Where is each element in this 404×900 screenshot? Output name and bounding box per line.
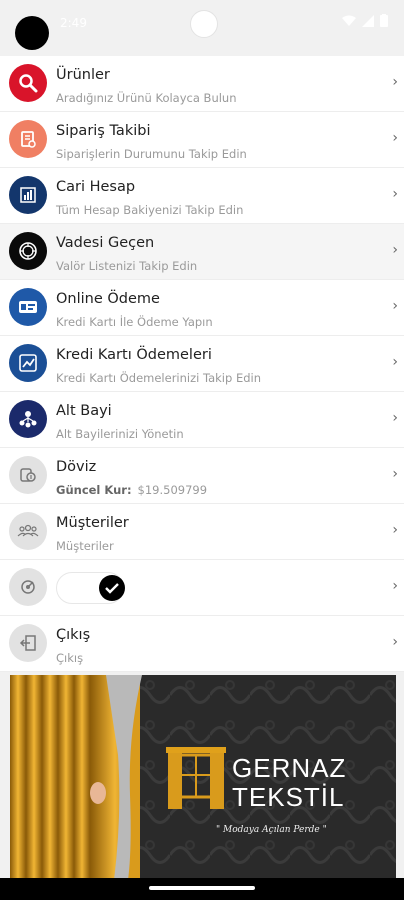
bar-chart-icon: [9, 176, 47, 214]
chevron-right-icon: ›: [392, 634, 398, 650]
brand-line-2: TEKSTİL: [232, 782, 345, 812]
menu-item-title: Kredi Kartı Ödemeleri: [56, 347, 212, 363]
menu-item-subtitle: Kredi Kartı Ödemelerinizi Takip Edin: [56, 371, 262, 385]
dealer-network-icon: [9, 400, 47, 438]
menu-item-settings[interactable]: ›: [0, 560, 404, 616]
avatar[interactable]: [15, 16, 49, 50]
chevron-right-icon: ›: [392, 74, 398, 90]
brand-line-1: GERNAZ: [232, 753, 347, 783]
menu-item-title: Online Ödeme: [56, 291, 160, 307]
menu-item-subtitle: Alt Bayilerinizi Yönetin: [56, 427, 184, 441]
menu-item-kredi-karti-odemeleri[interactable]: Kredi Kartı Ödemeleri Kredi Kartı Ödemel…: [0, 336, 404, 392]
camera-cutout: [190, 10, 218, 38]
menu-item-subtitle: Siparişlerin Durumunu Takip Edin: [56, 147, 247, 161]
menu-item-cikis[interactable]: Çıkış Çıkış ›: [0, 616, 404, 672]
menu-item-title: Ürünler: [56, 67, 110, 83]
signal-icon: [362, 14, 374, 27]
exchange-rate: Güncel Kur: $19.509799: [56, 483, 207, 497]
menu-item-title: Sipariş Takibi: [56, 123, 151, 139]
logout-icon: [9, 624, 47, 662]
chevron-right-icon: ›: [392, 130, 398, 146]
customers-icon: [9, 512, 47, 550]
menu-item-doviz[interactable]: Döviz Güncel Kur: $19.509799 ›: [0, 448, 404, 504]
checkmark-icon: [99, 575, 125, 601]
battery-icon: [380, 14, 388, 27]
main-menu: Ürünler Aradığınız Ürünü Kolayca Bulun ›…: [0, 56, 404, 672]
status-bar: 2:49: [0, 0, 404, 50]
menu-item-title: Cari Hesap: [56, 179, 136, 195]
home-indicator[interactable]: [149, 886, 255, 890]
menu-item-title: Vadesi Geçen: [56, 235, 155, 251]
system-icons: [342, 14, 388, 27]
settings-icon: [9, 568, 47, 606]
menu-item-subtitle: Kredi Kartı İle Ödeme Yapın: [56, 315, 213, 329]
menu-item-subtitle: Aradığınız Ürünü Kolayca Bulun: [56, 91, 237, 105]
menu-item-title: Alt Bayi: [56, 403, 112, 419]
menu-item-title: Müşteriler: [56, 515, 129, 531]
chevron-right-icon: ›: [392, 186, 398, 202]
toggle-switch[interactable]: [56, 572, 125, 604]
chevron-right-icon: ›: [392, 298, 398, 314]
currency-icon: [9, 456, 47, 494]
exchange-rate-value: $19.509799: [137, 483, 208, 497]
navigation-bar: [0, 878, 404, 900]
chevron-right-icon: ›: [392, 466, 398, 482]
chevron-right-icon: ›: [392, 578, 398, 594]
exchange-rate-label: Güncel Kur:: [56, 483, 132, 497]
menu-item-subtitle: Müşteriler: [56, 539, 114, 553]
menu-item-vadesi-gecen[interactable]: Vadesi Geçen Valör Listenizi Takip Edin …: [0, 224, 404, 280]
brand-name: GERNAZ TEKSTİL: [232, 753, 346, 813]
credit-card-icon: [9, 288, 47, 326]
brand-slogan: " Modaya Açılan Perde ": [216, 825, 327, 835]
card-chart-icon: [9, 344, 47, 382]
chevron-right-icon: ›: [392, 354, 398, 370]
wifi-icon: [342, 15, 356, 26]
chevron-right-icon: ›: [392, 410, 398, 426]
menu-item-title: Çıkış: [56, 627, 91, 643]
chevron-right-icon: ›: [392, 242, 398, 258]
search-icon: [9, 64, 47, 102]
brand-banner[interactable]: GERNAZ TEKSTİL " Modaya Açılan Perde ": [10, 675, 396, 880]
target-icon: [9, 232, 47, 270]
chevron-right-icon: ›: [392, 522, 398, 538]
menu-item-online-odeme[interactable]: Online Ödeme Kredi Kartı İle Ödeme Yapın…: [0, 280, 404, 336]
menu-item-subtitle: Çıkış: [56, 651, 84, 665]
menu-item-alt-bayi[interactable]: Alt Bayi Alt Bayilerinizi Yönetin ›: [0, 392, 404, 448]
status-time: 2:49: [60, 16, 87, 30]
menu-item-urunler[interactable]: Ürünler Aradığınız Ürünü Kolayca Bulun ›: [0, 56, 404, 112]
menu-item-title: Döviz: [56, 459, 97, 475]
menu-item-subtitle: Tüm Hesap Bakiyenizi Takip Edin: [56, 203, 244, 217]
menu-item-siparis-takibi[interactable]: Sipariş Takibi Siparişlerin Durumunu Tak…: [0, 112, 404, 168]
order-document-icon: [9, 120, 47, 158]
menu-item-cari-hesap[interactable]: Cari Hesap Tüm Hesap Bakiyenizi Takip Ed…: [0, 168, 404, 224]
menu-item-musteriler[interactable]: Müşteriler Müşteriler ›: [0, 504, 404, 560]
menu-item-subtitle: Valör Listenizi Takip Edin: [56, 259, 198, 273]
